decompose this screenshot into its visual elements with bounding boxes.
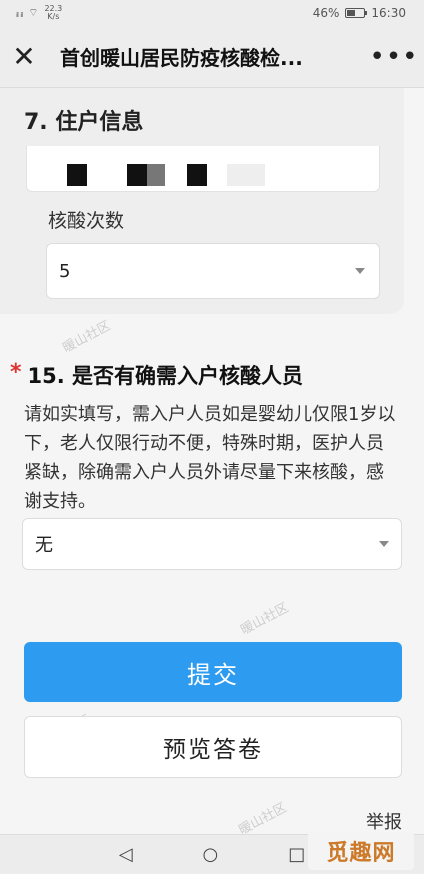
report-link[interactable]: 举报 bbox=[366, 808, 402, 834]
test-count-select[interactable]: 5 bbox=[46, 243, 380, 299]
answer-value: 无 bbox=[35, 535, 53, 556]
test-count-value: 5 bbox=[59, 260, 71, 282]
corner-logo: 觅趣网 bbox=[308, 832, 414, 870]
close-icon[interactable]: ✕ bbox=[0, 26, 48, 88]
battery-icon bbox=[345, 8, 368, 18]
redaction-mark bbox=[127, 164, 147, 186]
chevron-down-icon bbox=[355, 268, 365, 274]
wifi-icon: ⌔ bbox=[28, 6, 39, 19]
redaction-mark bbox=[227, 164, 265, 186]
signal-icon: ᵢₗ ᵢₗ bbox=[16, 6, 23, 20]
redaction-mark bbox=[67, 164, 87, 186]
page-title: 首创暖山居民防疫核酸检... bbox=[60, 46, 303, 70]
field-label-test-count: 核酸次数 bbox=[48, 210, 125, 232]
network-speed-unit: K/s bbox=[47, 12, 60, 21]
back-icon[interactable]: ◁ bbox=[119, 844, 133, 865]
form-content: 7. 住户信息 核酸次数 5 暖山社区 * 15. 是否有确需入户核酸人员 请如… bbox=[0, 88, 424, 874]
chevron-down-icon bbox=[379, 541, 389, 547]
home-icon[interactable]: ○ bbox=[203, 844, 219, 865]
watermark: 暖山社区 bbox=[238, 600, 292, 639]
more-icon[interactable]: ••• bbox=[364, 26, 424, 88]
watermark: 暖山社区 bbox=[236, 800, 290, 839]
section-title: 7. 住户信息 bbox=[24, 110, 144, 135]
preview-button[interactable]: 预览答卷 bbox=[24, 716, 402, 778]
status-left: ᵢₗ ᵢₗ ⌔ 22.3 K/s bbox=[16, 5, 62, 21]
battery-percent: 46% bbox=[312, 6, 340, 20]
title-bar: ✕ 首创暖山居民防疫核酸检... ••• bbox=[0, 26, 424, 88]
required-mark: * bbox=[10, 360, 22, 385]
redaction-mark bbox=[147, 164, 165, 186]
submit-button[interactable]: 提交 bbox=[24, 642, 402, 702]
question-title: * 15. 是否有确需入户核酸人员 bbox=[10, 360, 303, 390]
watermark: 暖山社区 bbox=[60, 318, 114, 357]
question-title-text: 15. 是否有确需入户核酸人员 bbox=[27, 364, 304, 388]
redaction-mark bbox=[187, 164, 207, 186]
answer-select[interactable]: 无 bbox=[22, 518, 402, 570]
status-right: 46% 16:30 bbox=[313, 6, 406, 20]
question-description: 请如实填写，需入户人员如是婴幼儿仅限1岁以下，老人仅限行动不便，特殊时期，医护人… bbox=[24, 404, 396, 512]
clock: 16:30 bbox=[371, 6, 406, 20]
status-bar: ᵢₗ ᵢₗ ⌔ 22.3 K/s 46% 16:30 bbox=[0, 0, 424, 26]
name-field[interactable] bbox=[26, 146, 380, 192]
network-speed: 22.3 K/s bbox=[44, 5, 62, 21]
recent-apps-icon[interactable]: □ bbox=[288, 844, 305, 865]
